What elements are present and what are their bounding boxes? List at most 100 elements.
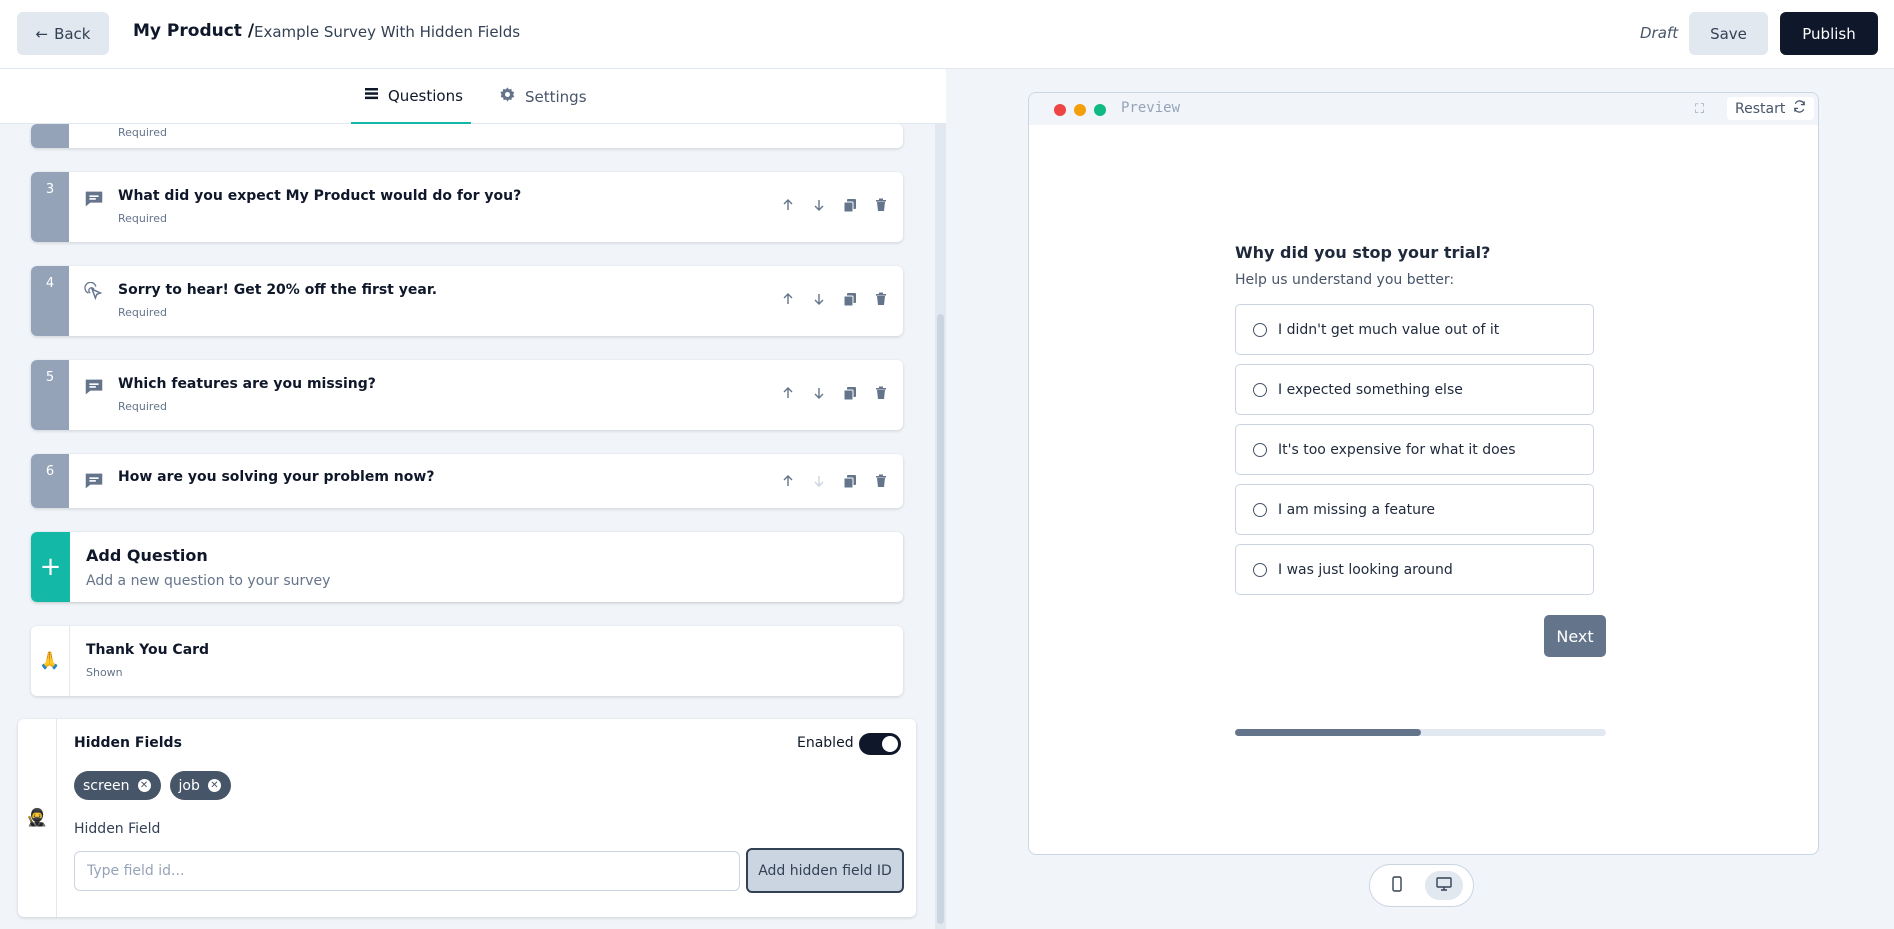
ninja-icon: 🥷 (18, 719, 57, 917)
remove-chip-icon[interactable]: ✕ (137, 779, 151, 792)
question-subtitle: Required (118, 306, 167, 319)
survey-question: Why did you stop your trial? Help us und… (1235, 243, 1607, 604)
device-toggle (1369, 864, 1474, 907)
progress-bar (1235, 729, 1606, 736)
tab-questions[interactable]: Questions (351, 69, 471, 124)
thank-you-subtitle: Shown (86, 666, 123, 679)
arrow-up-icon[interactable] (779, 472, 796, 489)
scroll-thumb[interactable] (937, 314, 944, 924)
tab-label: Questions (388, 86, 463, 105)
hidden-fields-card: 🥷 Hidden Fields Enabled screen ✕ job ✕ H… (18, 719, 916, 917)
answer-option[interactable]: It's too expensive for what it does (1235, 424, 1594, 475)
status-badge: Draft (1640, 24, 1679, 42)
publish-button[interactable]: Publish (1780, 12, 1878, 55)
question-card[interactable]: 5 Which features are you missing? Requir… (31, 360, 903, 430)
arrow-down-icon[interactable] (810, 196, 827, 213)
question-card-partial[interactable]: Required (31, 124, 903, 148)
answer-option[interactable]: I was just looking around (1235, 544, 1594, 595)
enabled-toggle[interactable] (859, 733, 901, 755)
question-subtitle: Required (118, 400, 167, 413)
question-actions (779, 290, 889, 307)
message-icon (83, 188, 105, 210)
restart-button[interactable]: Restart (1727, 97, 1815, 120)
phone-icon (1391, 875, 1403, 896)
radio-button[interactable] (1253, 562, 1267, 577)
question-title: How are you solving your problem now? (118, 469, 435, 485)
chip-label: screen (83, 777, 130, 794)
answer-option[interactable]: I am missing a feature (1235, 484, 1594, 535)
message-icon (83, 376, 105, 398)
progress-fill (1235, 729, 1421, 736)
option-label: It's too expensive for what it does (1278, 441, 1516, 458)
add-question-subtitle: Add a new question to your survey (86, 573, 331, 589)
arrow-down-icon[interactable] (810, 384, 827, 401)
plus-icon: + (31, 532, 70, 602)
question-card[interactable]: 3 What did you expect My Product would d… (31, 172, 903, 242)
radio-button[interactable] (1253, 322, 1267, 337)
arrow-up-icon[interactable] (779, 196, 796, 213)
option-label: I didn't get much value out of it (1278, 321, 1500, 338)
survey-name[interactable]: Example Survey With Hidden Fields (254, 23, 520, 41)
arrow-down-icon[interactable] (810, 290, 827, 307)
message-icon (83, 470, 105, 492)
arrow-up-icon[interactable] (779, 384, 796, 401)
thank-you-title: Thank You Card (86, 642, 210, 658)
praying-hands-icon: 🙏 (31, 626, 70, 696)
hidden-field-chip: screen ✕ (74, 771, 161, 800)
trash-icon[interactable] (872, 384, 889, 401)
radio-button[interactable] (1253, 442, 1267, 457)
question-title: What did you expect My Product would do … (118, 188, 522, 204)
question-number: 4 (31, 266, 69, 336)
duplicate-icon[interactable] (841, 196, 858, 213)
radio-button[interactable] (1253, 502, 1267, 517)
arrow-left-icon: ← (35, 24, 49, 43)
hidden-field-input[interactable] (74, 851, 740, 891)
trash-icon[interactable] (872, 290, 889, 307)
answer-option[interactable]: I expected something else (1235, 364, 1594, 415)
hidden-field-chip: job ✕ (169, 771, 231, 800)
add-hidden-field-button[interactable]: Add hidden field ID (746, 848, 904, 893)
editor-panel: Required 3 What did you expect My Produc… (0, 69, 946, 929)
option-label: I am missing a feature (1278, 501, 1436, 518)
question-actions (779, 196, 889, 213)
list-icon (364, 86, 379, 105)
trash-icon[interactable] (872, 472, 889, 489)
arrow-up-icon[interactable] (779, 290, 796, 307)
question-card[interactable]: 4 Sorry to hear! Get 20% off the first y… (31, 266, 903, 336)
next-button[interactable]: Next (1544, 615, 1606, 657)
question-number: 3 (31, 172, 69, 242)
expand-icon[interactable]: ⛶ (1695, 102, 1704, 117)
question-card[interactable]: 6 How are you solving your problem now? (31, 454, 903, 508)
question-actions (779, 384, 889, 401)
monitor-icon (1436, 876, 1452, 895)
tab-settings[interactable]: Settings (499, 69, 587, 124)
red-dot-icon (1054, 104, 1066, 116)
survey-question-description: Help us understand you better: (1235, 272, 1455, 288)
question-number: 5 (31, 360, 69, 430)
enabled-label: Enabled (797, 735, 854, 751)
add-question-title: Add Question (86, 546, 208, 565)
add-question-card[interactable]: + Add Question Add a new question to you… (31, 532, 903, 602)
question-number: 6 (31, 454, 69, 508)
question-title: Which features are you missing? (118, 376, 376, 392)
back-button[interactable]: ← Back (17, 12, 109, 55)
remove-chip-icon[interactable]: ✕ (207, 779, 221, 792)
thank-you-card[interactable]: 🙏 Thank You Card Shown (31, 626, 903, 696)
cursor-click-icon (83, 281, 105, 304)
radio-button[interactable] (1253, 382, 1267, 397)
survey-question-title: Why did you stop your trial? (1235, 243, 1491, 262)
preview-titlebar: Preview ⛶ Restart (1029, 93, 1818, 125)
save-button[interactable]: Save (1689, 12, 1768, 55)
product-breadcrumb[interactable]: My Product / (133, 21, 254, 41)
duplicate-icon[interactable] (841, 472, 858, 489)
top-bar: ← Back My Product / Example Survey With … (0, 0, 1894, 69)
mobile-view-button[interactable] (1378, 871, 1416, 900)
trash-icon[interactable] (872, 196, 889, 213)
duplicate-icon[interactable] (841, 384, 858, 401)
question-subtitle: Required (118, 212, 167, 225)
answer-option[interactable]: I didn't get much value out of it (1235, 304, 1594, 355)
duplicate-icon[interactable] (841, 290, 858, 307)
gear-icon (499, 86, 516, 107)
desktop-view-button[interactable] (1425, 871, 1463, 900)
editor-scrollbar[interactable] (935, 124, 946, 929)
